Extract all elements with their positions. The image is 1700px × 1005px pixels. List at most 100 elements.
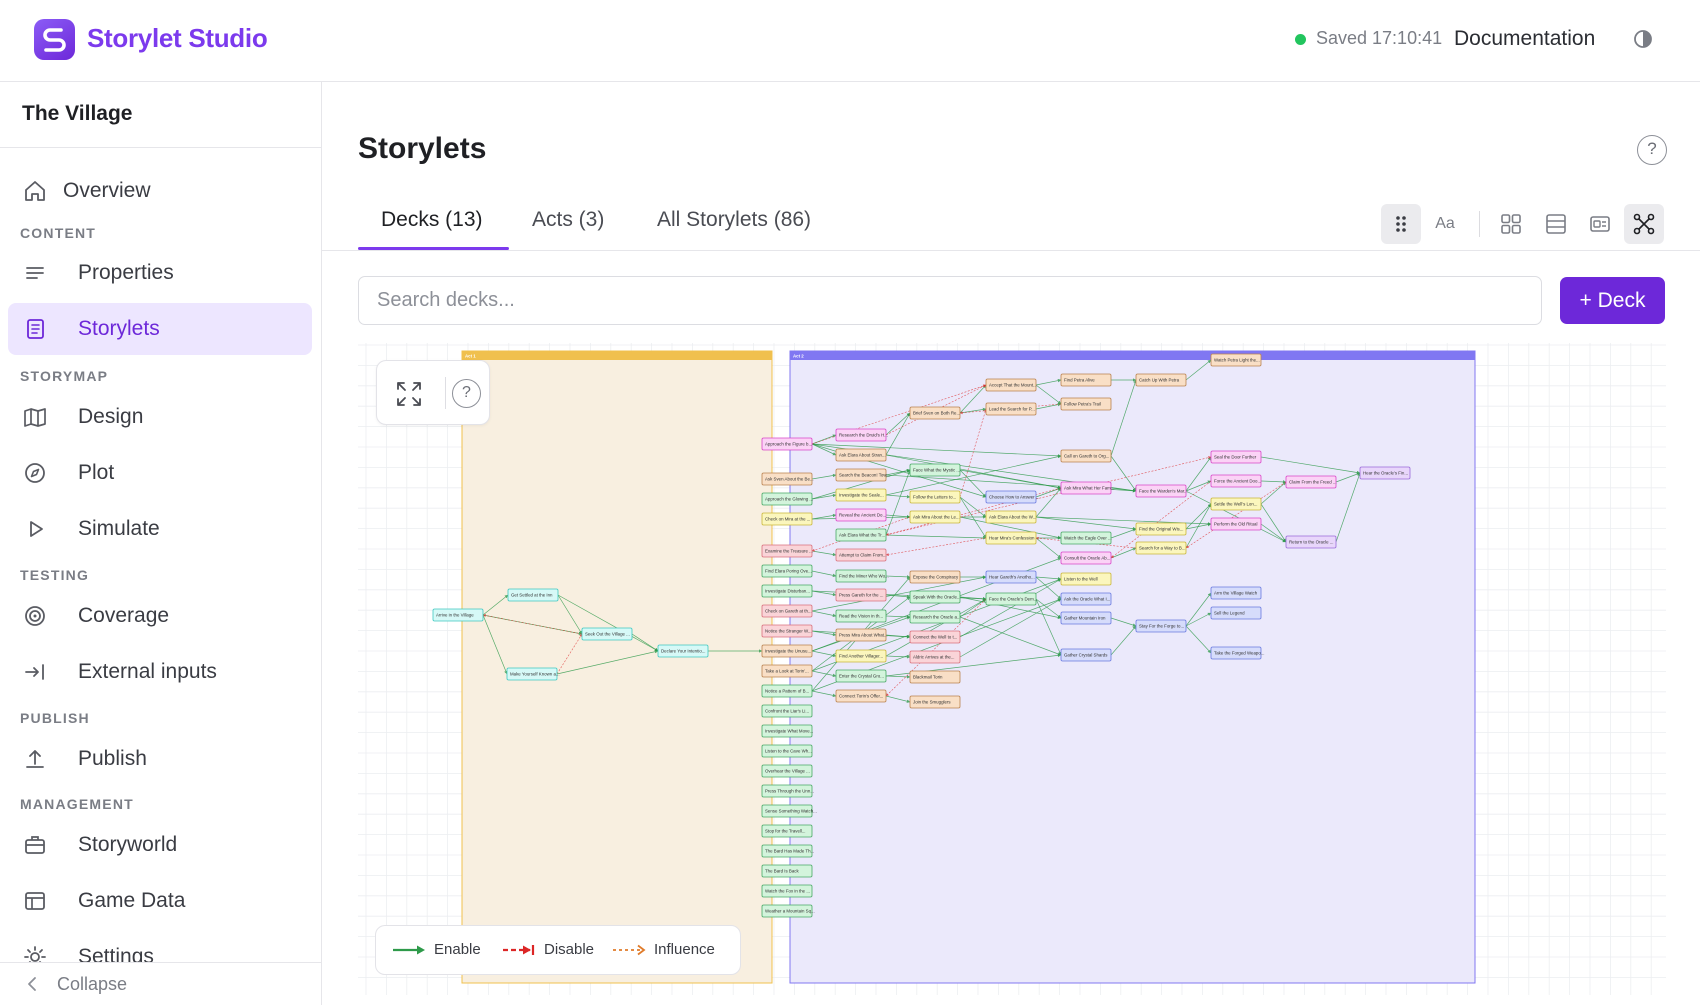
storylet-node[interactable]: Confront the Liar's Li... xyxy=(761,704,813,718)
sidebar-item-storylets[interactable]: Storylets xyxy=(8,303,312,355)
storylet-node[interactable]: Follow Petra's Trail xyxy=(1060,397,1112,411)
storylet-node[interactable]: Get Settled at the Inn xyxy=(507,588,559,602)
storylet-node[interactable]: Enter the Crystal Gro... xyxy=(835,669,887,683)
storylet-node[interactable]: Press Mira About What... xyxy=(835,628,888,642)
storylet-node[interactable]: Arm the Village Watch xyxy=(1210,586,1262,600)
app-logo-icon[interactable] xyxy=(34,19,75,60)
storylet-node[interactable]: Speak With the Oracle... xyxy=(909,590,961,604)
storylet-node[interactable]: Aldric Arrives at the... xyxy=(909,650,961,664)
storylet-node[interactable]: Ask Elara What the Tr... xyxy=(835,528,887,542)
sidebar-item-external-inputs[interactable]: External inputs xyxy=(8,646,312,698)
sidebar-item-publish[interactable]: Publish xyxy=(8,733,312,785)
storylet-node[interactable]: Accept That the Mount... xyxy=(985,378,1037,392)
sidebar-item-game-data[interactable]: Game Data xyxy=(8,875,312,927)
storylet-node[interactable]: Force the Ancient Doo... xyxy=(1210,474,1262,488)
storylet-node[interactable]: Stay For the Forge to... xyxy=(1135,619,1187,633)
storylet-node[interactable]: Check on Gareth at th... xyxy=(761,604,813,618)
storylet-node[interactable]: Sense Something Watch... xyxy=(761,804,817,818)
storylet-node[interactable]: Expose the Conspiracy xyxy=(909,570,961,584)
storylet-node[interactable]: Catch Up With Petra xyxy=(1135,373,1187,387)
storylet-node[interactable]: Ask Elara About Stran... xyxy=(835,448,887,462)
storylet-node[interactable]: Ask Sven About the Be... xyxy=(761,472,814,486)
add-deck-button[interactable]: + Deck xyxy=(1560,277,1665,324)
storylet-node[interactable]: Ask the Oracle What I... xyxy=(1060,592,1112,606)
storylet-node[interactable]: Investigate Disturban... xyxy=(761,584,813,598)
page-help-button[interactable]: ? xyxy=(1637,135,1667,165)
storylet-node[interactable]: Join the Smugglers xyxy=(909,695,961,709)
tab-acts[interactable]: Acts (3) xyxy=(532,208,604,232)
storylet-node[interactable]: Call on Gareth to Org... xyxy=(1060,449,1112,463)
sidebar-item-design[interactable]: Design xyxy=(8,391,312,443)
storylet-node[interactable]: Search for a Way to B... xyxy=(1135,541,1187,555)
storylet-node[interactable]: Reveal the Ancient Do... xyxy=(835,508,887,522)
storylet-node[interactable]: Consult the Oracle Ab... xyxy=(1060,551,1112,565)
storylet-node[interactable]: Hear Gareth's Anotho... xyxy=(985,570,1037,584)
storylet-node[interactable]: Weather a Mountain Sq... xyxy=(761,904,815,918)
storylet-node[interactable]: Face What the Mystic ... xyxy=(909,463,961,477)
storylet-graph-canvas[interactable]: Act 1 Act 2 Arrive in the Village Get Set… xyxy=(358,343,1666,995)
storyworld-name[interactable]: The Village xyxy=(22,102,133,126)
storylet-node[interactable]: Hear the Oracle's Fin... xyxy=(1359,466,1411,480)
storylet-node[interactable]: Hear Mira's Confession xyxy=(985,531,1037,545)
storylet-node[interactable]: Press Through the Unn... xyxy=(761,784,814,798)
storylet-node[interactable]: Follow the Letters to... xyxy=(909,490,961,504)
storylet-node[interactable]: Settle the Well's Lon... xyxy=(1210,497,1262,511)
storylet-node[interactable]: Research the Druid's H... xyxy=(835,428,888,442)
storylet-node[interactable]: Watch the Eagle Over ... xyxy=(1060,531,1112,545)
storylet-node[interactable]: Face the Oracle's Dem... xyxy=(985,592,1037,606)
sidebar-item-coverage[interactable]: Coverage xyxy=(8,590,312,642)
storylet-node[interactable]: The Bard Has Made Th... xyxy=(761,844,814,858)
storylet-node[interactable]: Ask Elara About the W... xyxy=(985,510,1037,524)
graph-view-button[interactable] xyxy=(1624,204,1664,244)
documentation-link[interactable]: Documentation xyxy=(1454,27,1595,51)
storylet-node[interactable]: Take the Forged Weapo... xyxy=(1210,646,1264,660)
card-view-button[interactable] xyxy=(1580,204,1620,244)
storylet-node[interactable]: Take a Look at Torin'... xyxy=(761,664,813,678)
storylet-node[interactable]: Attempt to Claim From... xyxy=(835,548,887,562)
sidebar-item-plot[interactable]: Plot xyxy=(8,447,312,499)
storylet-node[interactable]: Search the Beacon! Tow... xyxy=(835,468,890,482)
storylet-node[interactable]: The Bard Is Back xyxy=(761,864,813,878)
sidebar-item-properties[interactable]: Properties xyxy=(8,247,312,299)
storylet-node[interactable]: Examine the Treasure ... xyxy=(761,544,813,558)
storylet-node[interactable]: Sell the Legend xyxy=(1210,606,1262,620)
storylet-node[interactable]: Read the Vision in th... xyxy=(835,609,887,623)
storylet-node[interactable]: Listen to the Well xyxy=(1060,572,1112,586)
collapse-sidebar-button[interactable]: Collapse xyxy=(0,962,321,1005)
storylet-node[interactable]: Find the Miner Who Wo... xyxy=(835,569,889,583)
storylet-node[interactable]: Watch Petra Light the... xyxy=(1210,353,1262,367)
storylet-node[interactable]: Find the Original Wis... xyxy=(1135,522,1187,536)
storylet-node[interactable]: Seal the Door Further xyxy=(1210,450,1262,464)
sidebar-item-simulate[interactable]: Simulate xyxy=(8,503,312,555)
storylet-node[interactable]: Connect Torin's Offer... xyxy=(835,689,887,703)
storylet-node[interactable]: Notice a Pattern of B... xyxy=(761,684,813,698)
storylet-node[interactable]: Declare Your Intentio... xyxy=(657,644,709,658)
storylet-node[interactable]: Watch the Fox in the ... xyxy=(761,884,813,898)
storylet-node[interactable]: Listen to the Cave Wh... xyxy=(761,744,813,758)
text-view-button[interactable]: Aa xyxy=(1425,204,1465,244)
storylet-node[interactable]: Stop for the Travell... xyxy=(761,824,813,838)
rows-view-button[interactable] xyxy=(1536,204,1576,244)
storylet-node[interactable]: Claim From the Freed ... xyxy=(1285,475,1337,489)
storylet-node[interactable]: Lead the Search for P... xyxy=(985,402,1037,416)
storylet-node[interactable]: Gather Mountain Iron xyxy=(1060,611,1112,625)
storylet-node[interactable]: Find Another Villager... xyxy=(835,649,887,663)
graph-help-button[interactable]: ? xyxy=(452,379,481,408)
storylet-node[interactable]: Approach the Glowing ... xyxy=(761,492,813,506)
storylet-node[interactable]: Notice the Stranger W... xyxy=(761,624,813,638)
tab-decks[interactable]: Decks (13) xyxy=(381,208,483,232)
storylet-node[interactable]: Seek Out the Village ... xyxy=(581,627,633,641)
storylet-node[interactable]: Blackmail Torin xyxy=(909,670,961,684)
drag-handle-view-button[interactable] xyxy=(1381,204,1421,244)
storylet-node[interactable]: Brief Sven on Both Re... xyxy=(909,406,961,420)
storylet-node[interactable]: Find Petra Alive xyxy=(1060,373,1112,387)
storylet-node[interactable]: Press Gareth for the ... xyxy=(835,588,887,602)
storylet-node[interactable]: Choose How to Answer ... xyxy=(985,490,1040,504)
theme-toggle-icon[interactable] xyxy=(1633,29,1653,49)
storylet-node[interactable]: Find Elara Poring Ove... xyxy=(761,564,813,578)
storylet-node[interactable]: Ask Mira About the Le... xyxy=(909,510,961,524)
storylet-node[interactable]: Connect the Well to t... xyxy=(909,630,961,644)
storylet-node[interactable]: Approach the Figure b... xyxy=(761,437,813,451)
storylet-node[interactable]: Perform the Old Ritual xyxy=(1210,517,1262,531)
storylet-node[interactable]: Return to the Oracle ... xyxy=(1285,535,1337,549)
